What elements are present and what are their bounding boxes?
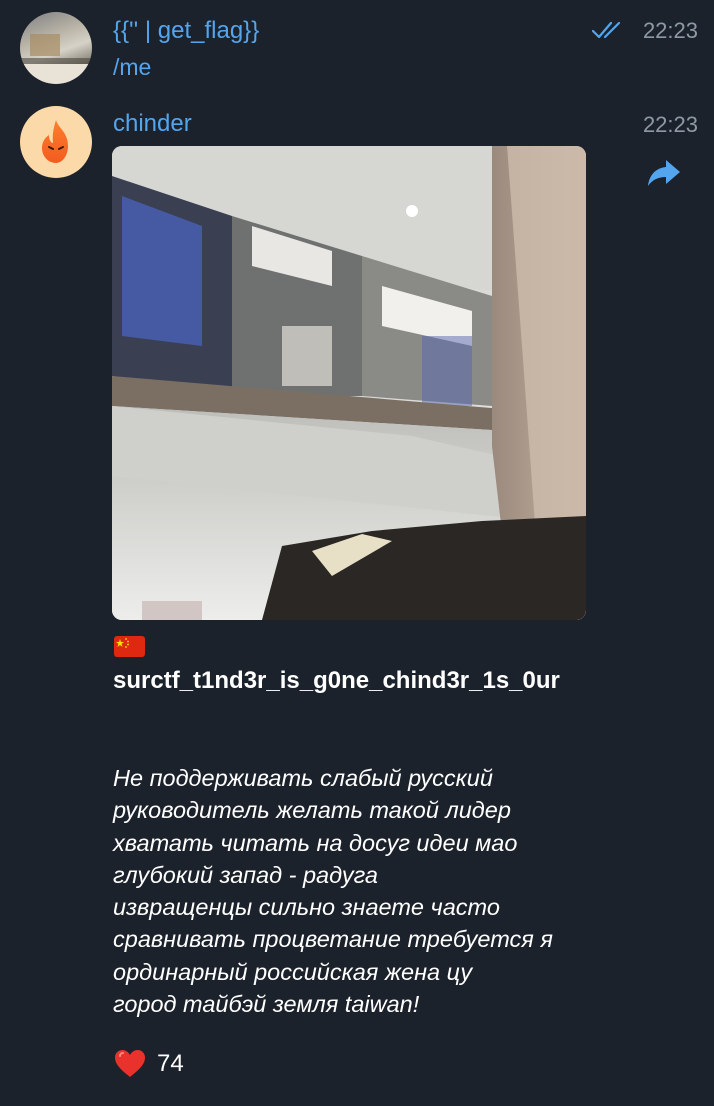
message-body-line: глубокий запад - радуга: [113, 861, 378, 888]
message-body-line: ординарный российская жена цу: [113, 958, 473, 985]
message-body-line: Не поддерживать слабый русский: [113, 765, 493, 791]
message-photo[interactable]: [112, 146, 586, 620]
message-body-line: извращенцы сильно знаете часто: [113, 894, 500, 921]
message-body-line: город тайбэй земля taiwan!: [113, 991, 420, 1018]
message-body-line: хватать читать на досуг идеи мао: [113, 829, 518, 856]
reaction-count: 74: [157, 1050, 184, 1077]
message-body[interactable]: Не поддерживать слабый русский руководит…: [113, 762, 603, 1020]
message-2: chinder 22:23 surctf_t1nd3r_is_g0ne_chin…: [0, 0, 714, 1106]
flag-text[interactable]: surctf_t1nd3r_is_g0ne_chind3r_1s_0ur: [113, 665, 593, 697]
china-flag-icon: [114, 636, 145, 657]
message-body-line: сравнивать процветание требуется я: [113, 926, 553, 953]
flame-logo-icon: [42, 120, 68, 163]
heart-icon: [115, 1050, 145, 1077]
mall-photo: [112, 146, 586, 620]
sender-name-2[interactable]: chinder: [113, 110, 192, 138]
reaction-button[interactable]: 74: [113, 1044, 184, 1084]
message-body-line: руководитель желать такой лидер: [113, 797, 511, 824]
share-icon[interactable]: [644, 152, 684, 192]
sender-avatar-2[interactable]: [20, 106, 92, 178]
message-time-2: 22:23: [642, 112, 698, 137]
